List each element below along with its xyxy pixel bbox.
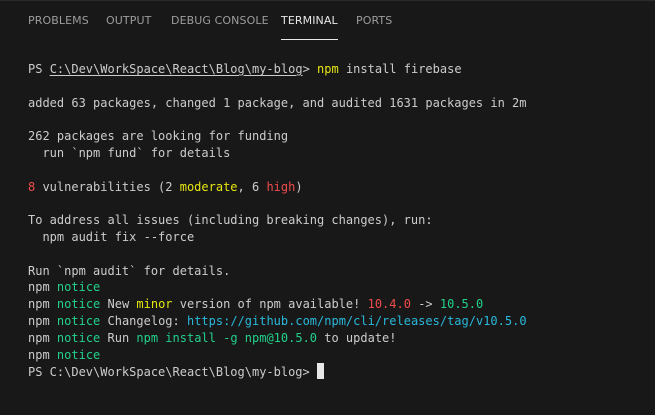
vulnerability-text: ) — [295, 179, 303, 194]
npm-label: npm — [28, 313, 50, 328]
notice-text: version of npm available! — [172, 297, 368, 312]
panel-tabs: PROBLEMS OUTPUT DEBUG CONSOLE TERMINAL P… — [0, 1, 655, 41]
tab-problems[interactable]: PROBLEMS — [28, 14, 89, 40]
prompt-path-link[interactable]: C:\Dev\WorkSpace\React\Blog\my-blog — [50, 62, 303, 76]
tab-terminal[interactable]: TERMINAL — [281, 14, 338, 40]
terminal-cursor — [316, 363, 324, 380]
terminal-line-run-audit: Run `npm audit` for details. — [28, 263, 231, 278]
notice-label: notice — [56, 297, 101, 312]
vulnerability-text: vulnerabilities (2 — [35, 179, 180, 194]
notice-arrow: -> — [410, 297, 440, 312]
notice-label: notice — [56, 313, 101, 328]
prompt-prefix: PS — [28, 62, 50, 76]
terminal-line-funding: 262 packages are looking for funding — [28, 129, 289, 144]
tab-ports[interactable]: PORTS — [356, 14, 392, 40]
tab-output[interactable]: OUTPUT — [106, 14, 151, 40]
terminal-line-address: To address all issues (including breakin… — [28, 213, 433, 228]
npm-label: npm — [28, 347, 50, 362]
vulnerability-text: , 6 — [237, 179, 267, 194]
terminal-line-prompt[interactable]: PS C:\Dev\WorkSpace\React\Blog\my-blog> — [28, 363, 655, 380]
npm-label: npm — [28, 297, 50, 312]
terminal-line-vulnerabilities: 8 vulnerabilities (2 moderate, 6 high) — [28, 179, 655, 196]
terminal-line-notice-new-version: npm notice New minor version of npm avai… — [28, 296, 655, 313]
terminal-line-audit-fix: npm audit fix --force — [28, 229, 195, 244]
notice-minor: minor — [136, 297, 173, 312]
notice-label: notice — [56, 347, 101, 362]
notice-new-version: 10.5.0 — [439, 297, 484, 312]
notice-text: Run — [100, 330, 137, 345]
terminal-line-notice-changelog: npm notice Changelog: https://github.com… — [28, 313, 655, 330]
command-executable: npm — [317, 62, 339, 76]
tab-debug-console[interactable]: DEBUG CONSOLE — [171, 14, 269, 40]
terminal-line-command: PS C:\Dev\WorkSpace\React\Blog\my-blog> … — [28, 61, 655, 78]
npm-label: npm — [28, 280, 50, 295]
bottom-panel: PROBLEMS OUTPUT DEBUG CONSOLE TERMINAL P… — [0, 0, 655, 415]
command-arguments: install firebase — [338, 62, 462, 76]
terminal-line-notice: npm notice — [28, 347, 655, 364]
notice-text: to update! — [317, 330, 397, 345]
severity-high: high — [266, 179, 296, 194]
notice-label: notice — [56, 280, 101, 295]
changelog-link[interactable]: https://github.com/npm/cli/releases/tag/… — [187, 314, 527, 328]
prompt-suffix: > — [302, 62, 310, 76]
terminal-line-notice: npm notice — [28, 279, 655, 296]
notice-old-version: 10.4.0 — [367, 297, 411, 312]
notice-text: Changelog: — [100, 313, 187, 328]
final-prompt: PS C:\Dev\WorkSpace\React\Blog\my-blog> — [28, 365, 317, 380]
terminal-line-funding-hint: run `npm fund` for details — [28, 145, 231, 160]
npm-label: npm — [28, 330, 50, 345]
severity-moderate: moderate — [179, 179, 238, 194]
terminal-line-notice-run: npm notice Run npm install -g npm@10.5.0… — [28, 330, 655, 347]
notice-run-command: npm install -g npm@10.5.0 — [136, 330, 318, 345]
terminal-output[interactable]: PS C:\Dev\WorkSpace\React\Blog\my-blog> … — [28, 61, 655, 415]
notice-label: notice — [56, 330, 101, 345]
notice-text: New — [100, 297, 137, 312]
terminal-line-added: added 63 packages, changed 1 package, an… — [28, 95, 527, 110]
